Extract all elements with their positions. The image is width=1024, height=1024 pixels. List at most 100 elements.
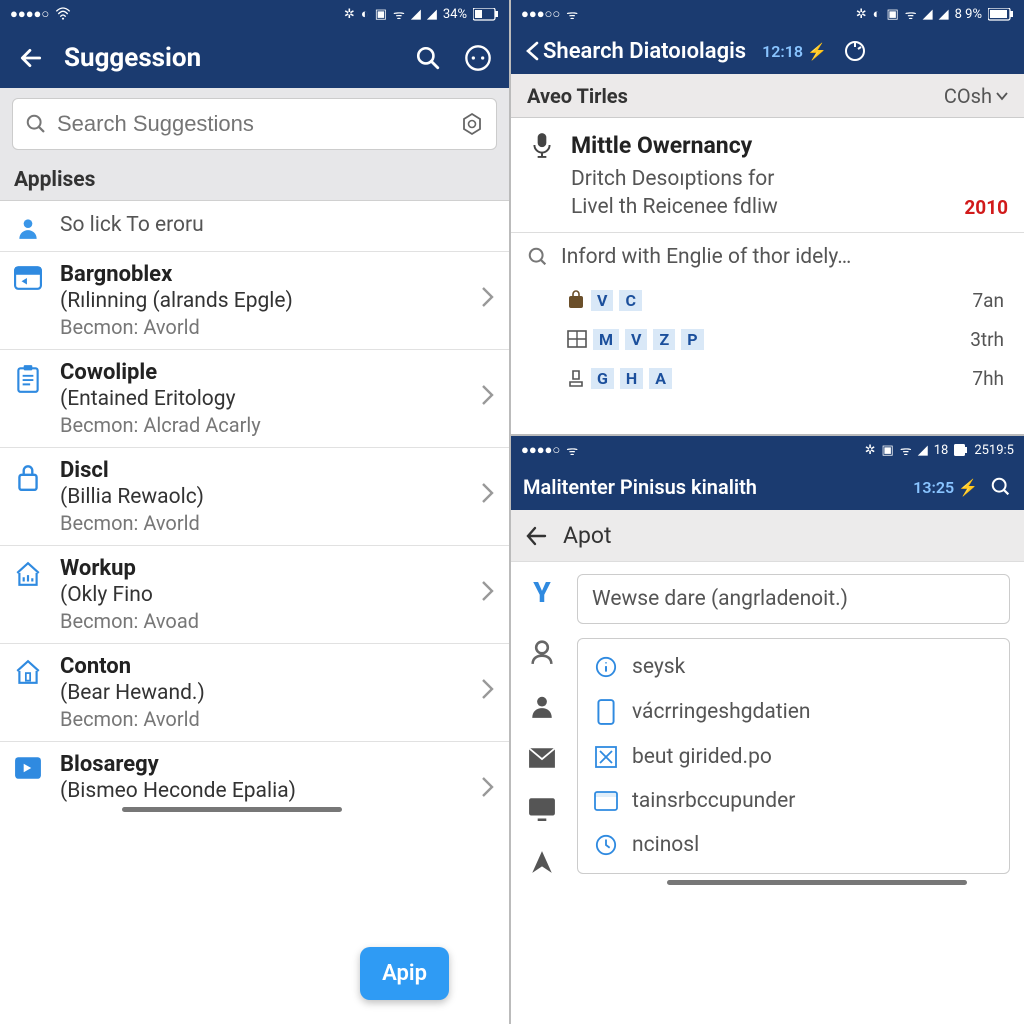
sync-icon: ◐	[873, 6, 881, 22]
suggestion-list: So lick To eroru Bargnoblex (Rılinning (…	[0, 201, 509, 1024]
item-title: Workup	[60, 556, 467, 581]
signal-text: 18	[934, 443, 949, 458]
list-item[interactable]: Discl (Billia Rewaolc) Becmon: Avorld	[0, 448, 509, 546]
sim-icon: ▣	[375, 7, 387, 22]
search-row[interactable]: Inford with Englie of thor idely…	[511, 233, 1024, 281]
subheader: Aveo Tirles COsh	[511, 74, 1024, 118]
search-icon	[25, 113, 47, 135]
hex-icon[interactable]	[460, 112, 484, 136]
item-meta: Becmon: Avoad	[60, 609, 467, 633]
chevron-right-icon	[481, 458, 495, 504]
grid-icon	[567, 330, 587, 348]
refresh-button[interactable]	[843, 39, 867, 63]
option-item[interactable]: tainsrbccupunder	[578, 779, 1009, 823]
sort-dropdown[interactable]: COsh	[944, 84, 1008, 108]
list-item[interactable]: Cowoliple (Entained Eritology Becmon: Al…	[0, 350, 509, 448]
signal-icon: ◢	[411, 7, 421, 22]
card-title: Mittle Owernancy	[571, 132, 1008, 159]
wifi-icon: ᯤ	[393, 5, 405, 23]
signal-icon: ◢	[923, 7, 933, 22]
mini-row[interactable]: VC 7an	[511, 281, 1024, 320]
time-badge: 12:18 ⚡	[762, 42, 827, 61]
list-item[interactable]: So lick To eroru	[0, 201, 509, 252]
stamp-icon	[567, 368, 585, 388]
fab-button[interactable]: Apip	[360, 947, 449, 1000]
option-item[interactable]: beut girided.po	[578, 735, 1009, 779]
result-card[interactable]: Mittle Owernancy Dritch Desoıptions forL…	[511, 118, 1024, 233]
dots-icon: ●●●○○	[521, 6, 560, 22]
lock-icon	[10, 458, 46, 492]
settings-icon: ✲	[856, 7, 867, 22]
time-text: 2519:5	[974, 443, 1014, 458]
mini-row[interactable]: GHA 7hh	[511, 359, 1024, 398]
x-box-icon	[594, 746, 618, 768]
search-button[interactable]	[990, 476, 1012, 498]
search-field[interactable]	[57, 111, 450, 137]
back-label: Apot	[563, 522, 612, 549]
settings-icon: ✲	[865, 443, 876, 458]
list-item[interactable]: Conton (Bear Hewand.) Becmon: Avorld	[0, 644, 509, 742]
wifi-icon: ᯤ	[566, 5, 578, 23]
option-item[interactable]: ncinosl	[578, 823, 1009, 867]
page-title: Shearch Diatoıolagis	[543, 39, 746, 64]
mini-right: 3trh	[970, 328, 1004, 351]
phone-right-top: ●●●○○ ᯤ ✲ ◐ ▣ ᯤ ◢ ◢ 8 9% Shearch Diato	[511, 0, 1024, 436]
mini-right: 7hh	[972, 367, 1004, 390]
send-icon[interactable]	[529, 849, 555, 875]
wifi-icon: ᯤ	[566, 441, 578, 459]
sync-icon: ◐	[361, 6, 369, 22]
options-card: seysk vácrringeshgdatien beut girided.po…	[577, 638, 1010, 874]
scroll-indicator	[667, 880, 967, 885]
item-title: Bargnoblex	[60, 262, 467, 287]
subheader-title: Aveo Tirles	[527, 84, 628, 108]
signal-icon: ◢	[939, 7, 949, 22]
battery-icon	[988, 8, 1014, 21]
home-key-icon	[10, 654, 46, 686]
signal-icon: ◢	[427, 7, 437, 22]
time-badge: 13:25 ⚡	[913, 478, 978, 497]
back-button[interactable]	[14, 41, 48, 75]
text-input[interactable]: Wewse dare (angrladenoit.)	[577, 574, 1010, 624]
person-circle-icon[interactable]	[528, 637, 556, 665]
mini-right: 7an	[972, 289, 1004, 312]
option-item[interactable]: seysk	[578, 645, 1009, 689]
person-icon[interactable]	[529, 693, 555, 719]
signal-icon: ◢	[918, 443, 928, 458]
list-item[interactable]: Blosaregy (Bismeo Heconde Epalia)	[0, 742, 509, 822]
item-meta: Becmon: Alcrad Acarly	[60, 413, 467, 437]
battery-text: 8 9%	[955, 7, 982, 22]
mini-row[interactable]: MVZP 3trh	[511, 320, 1024, 359]
y-icon[interactable]: Y	[533, 576, 550, 609]
phone-right-bottom: ●●●●○ ᯤ ✲ ▣ ᯤ ◢ 18 2519:5 Malitenter Pin…	[511, 436, 1024, 1024]
status-bar: ●●●●○ ✲ ◐ ▣ ᯤ ◢ ◢ 34%	[0, 0, 509, 28]
back-button[interactable]	[525, 525, 549, 547]
mic-icon	[527, 132, 557, 222]
item-meta: Becmon: Avorld	[60, 511, 467, 535]
item-title: Cowoliple	[60, 360, 467, 385]
card-icon	[10, 262, 46, 290]
item-meta: Becmon: Avorld	[60, 707, 467, 731]
back-button[interactable]: Shearch Diatoıolagis	[525, 39, 746, 64]
monitor-icon[interactable]	[528, 797, 556, 821]
list-item[interactable]: Workup (Okly Fino Becmon: Avoad	[0, 546, 509, 644]
mail-icon[interactable]	[528, 747, 556, 769]
item-title: Blosaregy	[60, 752, 467, 777]
battery-text: 34%	[443, 7, 467, 22]
page-title: Malitenter Pinisus kinalith	[523, 475, 757, 499]
more-button[interactable]	[461, 41, 495, 75]
sim-icon: ▣	[882, 443, 894, 458]
list-item[interactable]: Bargnoblex (Rılinning (alrands Epgle) Be…	[0, 252, 509, 350]
search-button[interactable]	[411, 41, 445, 75]
item-meta: Becmon: Avorld	[60, 315, 467, 339]
search-input[interactable]	[12, 98, 497, 150]
wifi-icon: ᯤ	[900, 441, 912, 459]
status-bar: ●●●○○ ᯤ ✲ ◐ ▣ ᯤ ◢ ◢ 8 9%	[511, 0, 1024, 28]
item-sub: (Billia Rewaolc)	[60, 485, 467, 509]
option-item[interactable]: vácrringeshgdatien	[578, 689, 1009, 735]
person-icon	[10, 211, 46, 241]
item-sub: (Rılinning (alrands Epgle)	[60, 289, 467, 313]
item-sub: (Okly Fino	[60, 583, 467, 607]
toolbar: Apot	[511, 510, 1024, 562]
section-header: Applises	[0, 160, 509, 201]
item-sub: (Entained Eritology	[60, 387, 467, 411]
